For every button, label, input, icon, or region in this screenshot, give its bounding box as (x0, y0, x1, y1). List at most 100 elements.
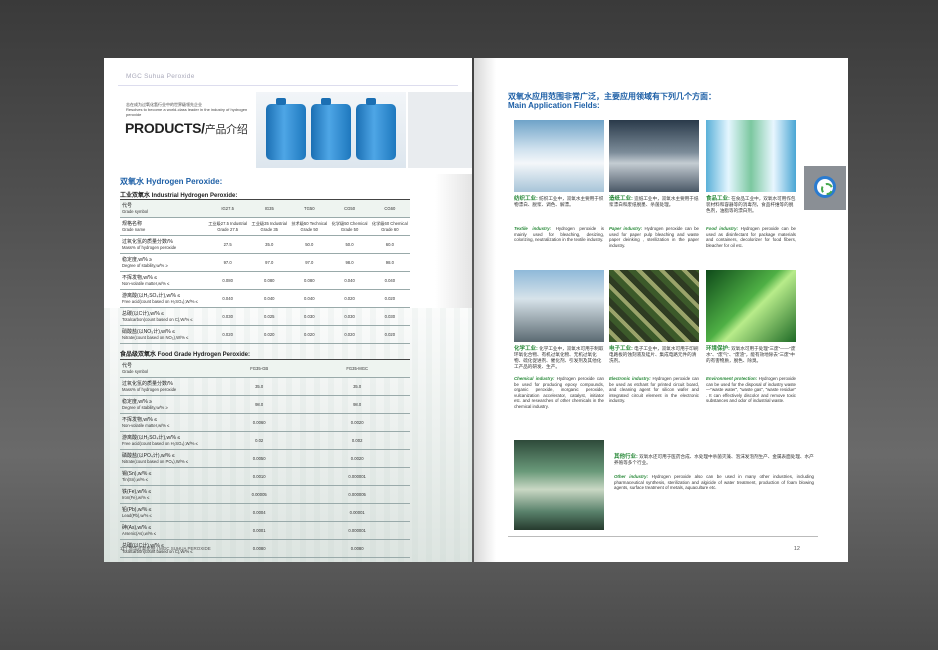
value-cell: 0.020 (329, 325, 370, 344)
value-cell: 0.030 (369, 307, 410, 326)
app-en-head: Chemical industry: (514, 376, 555, 381)
app-paper-en: Paper industry: Hydrogen peroxide can be… (609, 226, 699, 248)
paper-mill-photo (609, 120, 699, 192)
label-en: Nitrate(count based on NO₃),W/% ≤ (122, 334, 189, 340)
title-cn: 双氧水应用范围非常广泛，主要应用领域有下列几个方面： (508, 92, 716, 101)
tagline-en: Resolves to become a world-class leader … (126, 107, 248, 117)
app-chemical-en: Chemical industry: Hydrogen peroxide can… (514, 376, 604, 409)
label-en: Non-volatile matter,w/% ≤ (122, 280, 170, 286)
value-cell: 0.0010 (214, 467, 305, 486)
label-en: Degree of stability,w/% ≥ (122, 262, 168, 268)
grade-name-cell: 化学级50 Chemical Grade 50 (329, 217, 370, 236)
page-number: 12 (793, 546, 800, 552)
app-electronic-cn: 电子工业: 电子工业中，双氧水可用于印刷电路板的蚀刻液及硅片、集成电路元件的清洗… (609, 346, 699, 364)
label-en: Tin(Sn),w/% ≤ (122, 476, 149, 482)
app-other-en: Other industry: Hydrogen peroxide also c… (614, 474, 814, 491)
brochure-spread: MGC Suhua Peroxide 志在成为过氧化氢行业中的世界级领先企业 R… (104, 58, 848, 562)
value-cell: 35.0 (249, 235, 290, 254)
value-cell: 97.0 (289, 253, 330, 272)
app-en-head: Other industry: (614, 474, 649, 479)
leaf-droplets-photo (706, 270, 796, 342)
header-label: 代号 Grade symbol (120, 359, 214, 378)
drum-image (356, 98, 396, 160)
table-header-row: 代号 Grade symbol IG27.5 IG35 TG50 CG50 CG6… (120, 199, 410, 218)
page-number: 11 (120, 546, 125, 551)
grade-cell: CG50 (329, 199, 370, 218)
row-label: 总碳(以C计),w/% ≤ Totalcarbon(count based on … (120, 307, 206, 326)
table-header-row: 代号 Grade symbol FG35-GB FG35-MGC (120, 359, 410, 378)
value-cell: 0.040 (249, 289, 290, 308)
value-cell: 0.0050 (214, 449, 305, 468)
value-cell: 0.0060 (214, 413, 305, 432)
textile-photo (514, 120, 604, 192)
table-row: 总碳(以C计),w/% ≤ Totalcarbon(count based on … (120, 307, 410, 326)
chemical-plant-photo (514, 270, 604, 342)
right-title: 双氧水应用范围非常广泛，主要应用领域有下列几个方面： Main Applicat… (508, 92, 716, 110)
value-cell: 0.02 (214, 431, 305, 450)
table-row: 过氧化氢的质量分数/% Mass% of hydrogen peroxide 27.… (120, 235, 410, 254)
value-cell: 0.0080 (214, 539, 305, 558)
label-en: Mass% of hydrogen peroxide (122, 386, 177, 392)
table-row: 不挥发物,w/% ≤ Non-volatile matter,w/% ≤0.080… (120, 271, 410, 290)
brand-name: MGC Suhua Peroxide (126, 73, 195, 80)
value-cell: 97.0 (249, 253, 290, 272)
label-en: Grade symbol (122, 208, 149, 214)
value-cell: 0.0080 (304, 539, 410, 558)
app-chemical-cn: 化学工业: 化学工业中，双氧水可用于制取环氧化合物、有机过氧化物、无机过氧化物、… (514, 346, 604, 370)
grade-name-cell: 工业级27.5 Industrial Grade 27.5 (206, 217, 250, 236)
value-cell: 0.0020 (304, 449, 410, 468)
grade-cell: IG35 (249, 199, 290, 218)
row-label: 铁(Fe),w/% ≤ Iron(Fe),w/% ≤ (120, 485, 214, 504)
header-label: 代号 Grade symbol (120, 199, 206, 218)
row-label: 硝酸盐(以NO₃计),w/% ≤ Nitrate(count based on N… (120, 325, 206, 344)
row-label: 规格名称 Grade name (120, 217, 206, 236)
label-en: Grade name (122, 226, 146, 232)
section-heading: 双氧水 Hydrogen Peroxide: (120, 177, 223, 186)
table-row: 不挥发物,w/% ≤ Non-volatile matter,w/% ≤0.006… (120, 413, 410, 432)
other-industry-photo (514, 440, 604, 530)
tagline: 志在成为过氧化氢行业中的世界级领先企业 Resolves to become a… (126, 102, 256, 117)
row-label: 过氧化氢的质量分数/% Mass% of hydrogen peroxide (120, 235, 206, 254)
table-row: 铁(Fe),w/% ≤ Iron(Fe),w/% ≤0.00005 0.000005 (120, 485, 410, 504)
row-label: 锡(Sn),w/% ≤ Tin(Sn),w/% ≤ (120, 467, 214, 486)
value-cell: 98.0 (304, 395, 410, 414)
app-paper-cn: 造纸工业: 造纸工业中，双氧水主要用于纸浆漂白和废纸脱墨、杀菌处理。 (609, 196, 699, 208)
blue-drums-photo (256, 92, 406, 168)
app-food-cn: 食品工业: 在食品工业中，双氧水可用作包装材料和容器等的消毒剂，食品杆维等的脱色… (706, 196, 796, 214)
company-logo-icon (814, 176, 836, 198)
side-tab (804, 166, 846, 210)
value-cell: 0.080 (249, 271, 290, 290)
circuit-board-photo (609, 270, 699, 342)
label-en: Iron(Fe),w/% ≤ (122, 494, 150, 500)
row-label: 不挥发物,w/% ≤ Non-volatile matter,w/% ≤ (120, 413, 214, 432)
header-divider (118, 85, 458, 86)
products-title-en: PRODUCTS (125, 120, 202, 136)
value-cell: 0.040 (329, 271, 370, 290)
value-cell: 0.030 (329, 307, 370, 326)
value-cell: 98.0 (369, 253, 410, 272)
footer-divider (508, 536, 818, 537)
table-row: 游离酸(以H₂SO₄计),w/% ≤ Free acid(count based … (120, 289, 410, 308)
header-grey-block (408, 92, 472, 168)
grade-cell: FG35-GB (214, 359, 305, 378)
value-cell: 0.020 (289, 325, 330, 344)
app-electronic-en: Electronic industry: Hydrogen peroxide c… (609, 376, 699, 404)
row-label: 稳定度,w/% ≥ Degree of stability,w/% ≥ (120, 395, 214, 414)
app-cn-text: 双氧水还可用于医药合成、水处理中杀菌灭藻、泡沫发泡剂生产、金属表面处理、水产养殖… (614, 454, 814, 465)
label-en: Non-volatile matter,w/% ≤ (122, 422, 170, 428)
label-en: Degree of stability,w/% ≥ (122, 404, 168, 410)
label-en: Grade symbol (122, 368, 149, 374)
app-textile-en: Textile industry: Hydrogen peroxide is m… (514, 226, 604, 243)
app-other-cn: 其他行业: 双氧水还可用于医药合成、水处理中杀菌灭藻、泡沫发泡剂生产、金属表面处… (614, 454, 814, 466)
value-cell: 97.0 (206, 253, 250, 272)
table-row: 砷(As),w/% ≤ Arsenic(As),w/% ≤0.0001 0.0000… (120, 521, 410, 540)
row-label: 砷(As),w/% ≤ Arsenic(As),w/% ≤ (120, 521, 214, 540)
table-row: 过氧化氢的质量分数/% Mass% of hydrogen peroxide 35.… (120, 377, 410, 396)
value-cell: 0.020 (369, 325, 410, 344)
value-cell: 0.020 (369, 289, 410, 308)
grade-name-cell: 化学级60 Chemical Grade 60 (369, 217, 410, 236)
products-title-cn: 产品介绍 (204, 124, 248, 136)
app-en-text: Hydrogen peroxide can be used for produc… (514, 376, 604, 409)
food-table: 代号 Grade symbol FG35-GB FG35-MGC 过氧化氢的质量分… (120, 359, 410, 558)
products-title: PRODUCTS/产品介绍 (125, 120, 248, 136)
